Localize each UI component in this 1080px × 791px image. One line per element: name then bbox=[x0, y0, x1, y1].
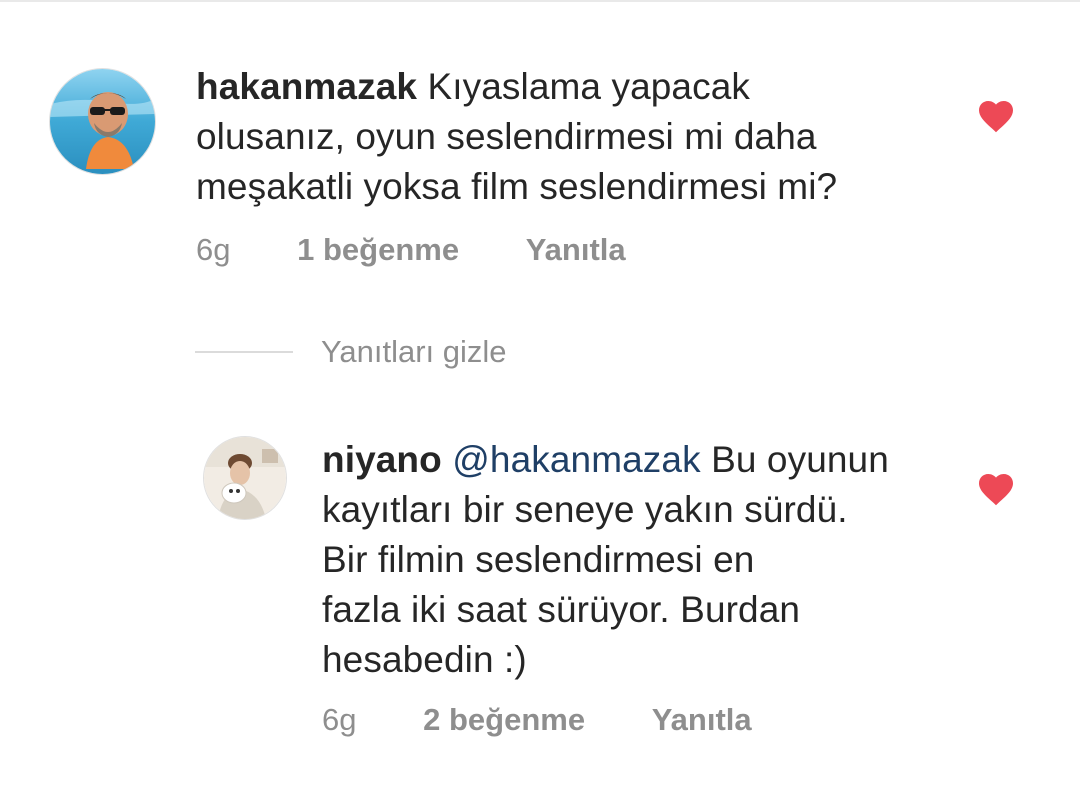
comment-meta: 6g 1 beğenme Yanıtla bbox=[196, 230, 626, 270]
reply-button[interactable]: Yanıtla bbox=[652, 700, 752, 740]
avatar-photo bbox=[204, 437, 286, 519]
comment-time: 6g bbox=[196, 232, 231, 267]
comment-text-line: Kıyaslama yapacak bbox=[427, 66, 750, 107]
reply-body: niyano @hakanmazak Bu oyunun kayıtları b… bbox=[322, 435, 962, 685]
avatar[interactable] bbox=[203, 436, 287, 520]
reply-meta: 6g 2 beğenme Yanıtla bbox=[322, 700, 752, 740]
reply-text-line: fazla iki saat sürüyor. Burdan bbox=[322, 589, 801, 630]
reply-username[interactable]: niyano bbox=[322, 439, 442, 480]
reply-button[interactable]: Yanıtla bbox=[526, 230, 626, 270]
reply-time: 6g bbox=[322, 702, 357, 737]
comment-text-line: meşakatli yoksa film seslendirmesi mi? bbox=[196, 166, 838, 207]
avatar[interactable] bbox=[49, 68, 156, 175]
hide-replies-button[interactable]: Yanıtları gizle bbox=[195, 330, 507, 374]
reply-text-line: Bir filmin seslendirmesi en bbox=[322, 539, 755, 580]
comment-body: hakanmazak Kıyaslama yapacak olusanız, o… bbox=[196, 62, 956, 212]
reply-likes-link[interactable]: 2 beğenme bbox=[423, 700, 585, 740]
replies-divider bbox=[195, 351, 293, 353]
comment-text-line: olusanız, oyun seslendirmesi mi daha bbox=[196, 116, 817, 157]
mention-link[interactable]: @hakanmazak bbox=[452, 439, 700, 480]
top-divider bbox=[0, 0, 1080, 2]
heart-filled-icon[interactable] bbox=[977, 472, 1015, 506]
heart-filled-icon[interactable] bbox=[977, 99, 1015, 133]
hide-replies-label: Yanıtları gizle bbox=[321, 334, 507, 369]
reply-text-line: Bu oyunun bbox=[711, 439, 889, 480]
comment-likes-link[interactable]: 1 beğenme bbox=[297, 230, 459, 270]
avatar-photo bbox=[50, 69, 155, 174]
reply-text-line: hesabedin :) bbox=[322, 639, 527, 680]
comment-username[interactable]: hakanmazak bbox=[196, 66, 417, 107]
reply-text-line: kayıtları bir seneye yakın sürdü. bbox=[322, 489, 848, 530]
